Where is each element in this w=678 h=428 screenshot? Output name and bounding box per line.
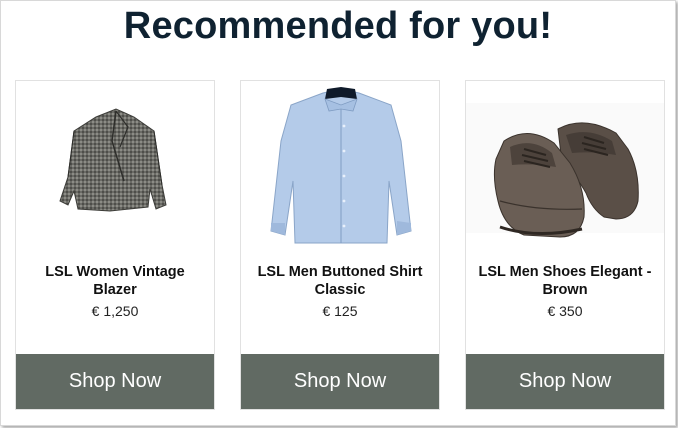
shop-now-button[interactable]: Shop Now (466, 354, 664, 409)
product-price: € 1,250 (91, 303, 139, 319)
shoes-image[interactable] (466, 81, 664, 251)
product-card-shoes[interactable]: LSL Men Shoes Elegant - Brown € 350 Shop… (465, 80, 665, 410)
shop-now-button[interactable]: Shop Now (16, 354, 214, 409)
product-name[interactable]: LSL Men Buttoned Shirt Classic (247, 263, 433, 299)
product-card-blazer[interactable]: LSL Women Vintage Blazer € 1,250 Shop No… (15, 80, 215, 410)
shop-now-button[interactable]: Shop Now (241, 354, 439, 409)
product-name[interactable]: LSL Women Vintage Blazer (22, 263, 208, 299)
recommendation-panel: Recommended for you! LSL Women Vintage B… (0, 0, 676, 426)
panel-title: Recommended for you! (123, 5, 553, 47)
blazer-image[interactable] (16, 81, 214, 251)
shirt-image[interactable] (241, 81, 439, 251)
product-name[interactable]: LSL Men Shoes Elegant - Brown (472, 263, 658, 299)
product-price: € 125 (322, 303, 358, 319)
product-card-shirt[interactable]: LSL Men Buttoned Shirt Classic € 125 Sho… (240, 80, 440, 410)
product-price: € 350 (547, 303, 583, 319)
